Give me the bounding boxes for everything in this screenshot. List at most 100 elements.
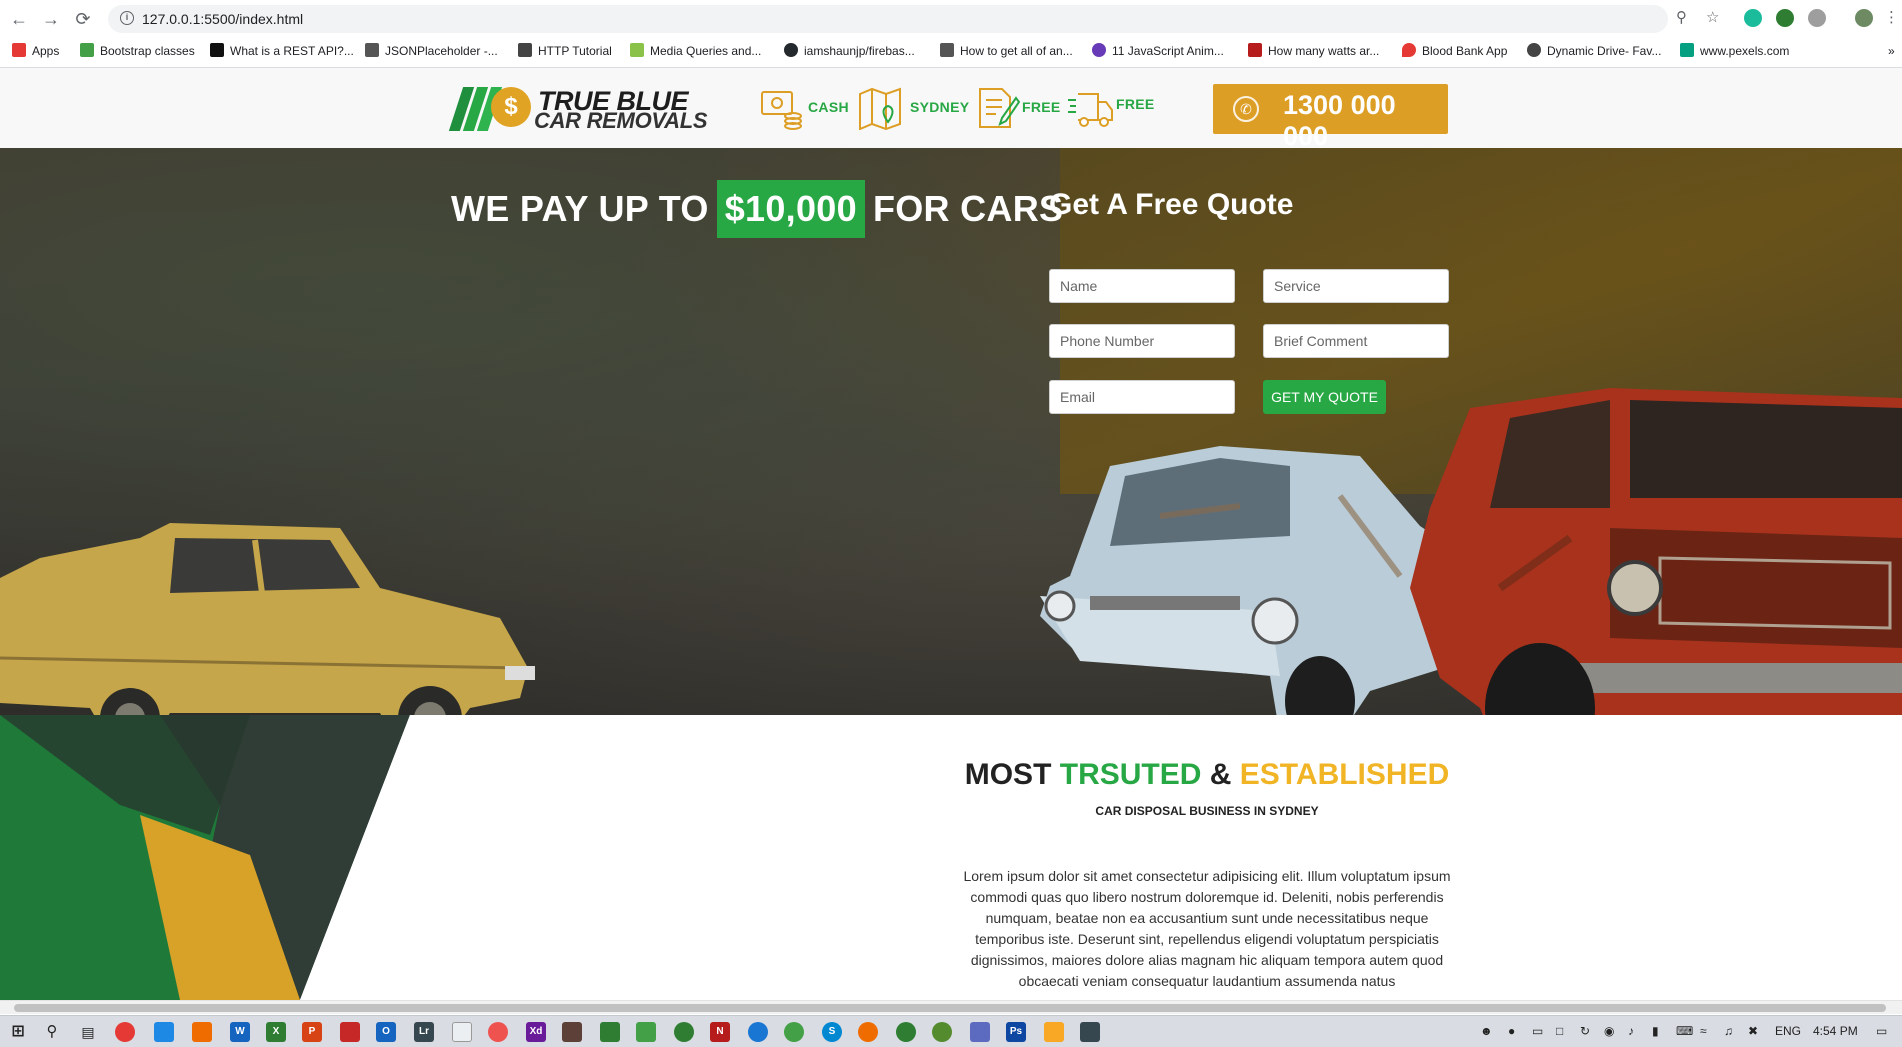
extension-globe-icon[interactable] <box>1776 9 1794 27</box>
house-icon[interactable] <box>600 1022 620 1042</box>
windows-start-icon[interactable]: ⊞ <box>8 1022 28 1042</box>
tray-battery-icon[interactable]: ▮ <box>1652 1024 1659 1038</box>
chat-icon[interactable] <box>748 1022 768 1042</box>
bookmark-star-icon[interactable]: ☆ <box>1706 8 1719 26</box>
zoom-icon[interactable]: ⚲ <box>1676 8 1687 26</box>
about-paragraph: Lorem ipsum dolor sit amet consectetur a… <box>963 868 1451 989</box>
bookmark-label: www.pexels.com <box>1700 44 1790 58</box>
document-icon <box>979 88 1020 128</box>
extension-m-icon[interactable] <box>1744 9 1762 27</box>
heading-ampersand: & <box>1209 758 1232 791</box>
skype-icon[interactable]: S <box>822 1022 842 1042</box>
yellow-car-image <box>0 523 535 715</box>
bookmark-item[interactable]: What is a REST API?... <box>210 42 354 60</box>
tray-mute-icon[interactable]: ✖ <box>1748 1024 1758 1038</box>
map-pin-icon <box>859 87 901 130</box>
pexels-icon <box>1680 43 1694 57</box>
bookmark-item[interactable]: JSONPlaceholder -... <box>365 42 498 60</box>
photos-icon[interactable] <box>1080 1022 1100 1042</box>
reload-icon[interactable]: ⟳ <box>72 8 94 30</box>
bookmark-item[interactable]: Bootstrap classes <box>80 42 195 60</box>
headline-price-badge: $10,000 <box>716 180 865 238</box>
android-icon[interactable] <box>636 1022 656 1042</box>
file-explorer-icon[interactable] <box>1044 1022 1064 1042</box>
headline-pre: WE PAY UP TO <box>451 188 709 229</box>
netflix-icon[interactable]: N <box>710 1022 730 1042</box>
address-url[interactable]: 127.0.0.1:5500/index.html <box>142 11 303 27</box>
horizontal-scrollbar[interactable] <box>0 1000 1902 1014</box>
language-indicator[interactable]: ENG <box>1775 1024 1801 1038</box>
bookmark-item[interactable]: HTTP Tutorial <box>518 42 612 60</box>
feature-cash: CASH <box>760 86 850 130</box>
tray-people-icon[interactable]: ☻ <box>1480 1024 1493 1038</box>
git-icon[interactable] <box>562 1022 582 1042</box>
powerpoint-icon[interactable]: P <box>302 1022 322 1042</box>
email-field[interactable] <box>1049 380 1235 414</box>
bookmark-apps[interactable]: Apps <box>12 42 59 60</box>
discord-icon[interactable] <box>970 1022 990 1042</box>
globe-app-icon[interactable] <box>932 1022 952 1042</box>
lightroom-icon[interactable]: Lr <box>414 1022 434 1042</box>
bookmark-item[interactable]: How to get all of an... <box>940 42 1073 60</box>
office-icon[interactable] <box>192 1022 212 1042</box>
cash-icon <box>761 91 802 130</box>
tray-chrome-icon[interactable]: ◉ <box>1604 1024 1614 1038</box>
address-bar[interactable]: i 127.0.0.1:5500/index.html <box>108 5 1668 33</box>
tray-network-icon[interactable]: □ <box>1556 1024 1563 1038</box>
about-subheading: CAR DISPOSAL BUSINESS IN SYDNEY <box>1095 804 1319 818</box>
vscode-icon[interactable] <box>154 1022 174 1042</box>
logo-subtitle[interactable]: CAR REMOVALS <box>534 108 708 134</box>
chrome-icon[interactable] <box>115 1022 135 1042</box>
bookmark-item[interactable]: Dynamic Drive- Fav... <box>1527 42 1661 60</box>
more-bookmarks-icon[interactable]: » <box>1888 42 1895 60</box>
back-arrow-icon[interactable]: ← <box>8 8 30 30</box>
tray-speaker-icon[interactable]: ♪ <box>1628 1024 1634 1038</box>
app-green-icon[interactable] <box>784 1022 804 1042</box>
bookmark-item[interactable]: Media Queries and... <box>630 42 761 60</box>
service-field[interactable] <box>1263 269 1449 303</box>
brief-comment-field[interactable] <box>1263 324 1449 358</box>
clock[interactable]: 4:54 PM <box>1813 1024 1858 1038</box>
tray-sync-icon[interactable]: ↻ <box>1580 1024 1590 1038</box>
whatsapp-icon[interactable] <box>896 1022 916 1042</box>
extension-cloud-icon[interactable] <box>1808 9 1826 27</box>
word-icon[interactable]: W <box>230 1022 250 1042</box>
xd-icon[interactable]: Xd <box>526 1022 546 1042</box>
photoshop-icon[interactable]: Ps <box>1006 1022 1026 1042</box>
forward-arrow-icon[interactable]: → <box>40 8 62 30</box>
task-view-icon[interactable]: ▤ <box>78 1022 98 1042</box>
tray-skype-icon[interactable]: ● <box>1508 1024 1515 1038</box>
profile-avatar[interactable] <box>1855 9 1873 27</box>
github-icon <box>784 43 798 57</box>
name-field[interactable] <box>1049 269 1235 303</box>
excel-icon[interactable]: X <box>266 1022 286 1042</box>
firefox-icon[interactable] <box>858 1022 878 1042</box>
bookmark-item[interactable]: iamshaunjp/firebas... <box>784 42 915 60</box>
bookmark-item[interactable]: Blood Bank App <box>1402 42 1507 60</box>
tray-keyboard-icon[interactable]: ⌨ <box>1676 1024 1693 1038</box>
app-icon[interactable] <box>488 1022 508 1042</box>
tray-volume-icon[interactable]: ♫ <box>1724 1024 1733 1038</box>
bookmark-item[interactable]: 11 JavaScript Anim... <box>1092 42 1224 60</box>
logo-coin-icon[interactable]: $ <box>491 87 531 127</box>
tray-wifi-icon[interactable]: ≈ <box>1700 1024 1707 1038</box>
get-my-quote-button[interactable]: GET MY QUOTE <box>1263 380 1386 414</box>
bookmark-item[interactable]: How many watts ar... <box>1248 42 1379 60</box>
site-info-icon[interactable]: i <box>120 11 134 25</box>
scrollbar-thumb[interactable] <box>14 1004 1886 1012</box>
phone-number-field[interactable] <box>1049 324 1235 358</box>
tray-display-icon[interactable]: ▭ <box>1532 1024 1543 1038</box>
notepad-icon[interactable] <box>452 1022 472 1042</box>
hero-section: WE PAY UP TO $10,000 FOR CARS <box>0 148 1902 715</box>
bookmark-item[interactable]: www.pexels.com <box>1680 42 1789 60</box>
heading-established: ESTABLISHED <box>1239 758 1450 791</box>
acrobat-icon[interactable] <box>340 1022 360 1042</box>
notifications-icon[interactable]: ▭ <box>1876 1024 1887 1038</box>
address-row: ← → ⟳ i 127.0.0.1:5500/index.html ⚲ ☆ ⋮ <box>0 0 1902 38</box>
phone-call-button[interactable]: ✆ 1300 000 000 <box>1213 84 1448 151</box>
menu-dots-icon[interactable]: ⋮ <box>1884 8 1899 26</box>
leaf-icon[interactable] <box>674 1022 694 1042</box>
feature-free-towing: FREE <box>1068 86 1154 130</box>
search-icon[interactable]: ⚲ <box>42 1022 62 1042</box>
outlook-icon[interactable]: O <box>376 1022 396 1042</box>
